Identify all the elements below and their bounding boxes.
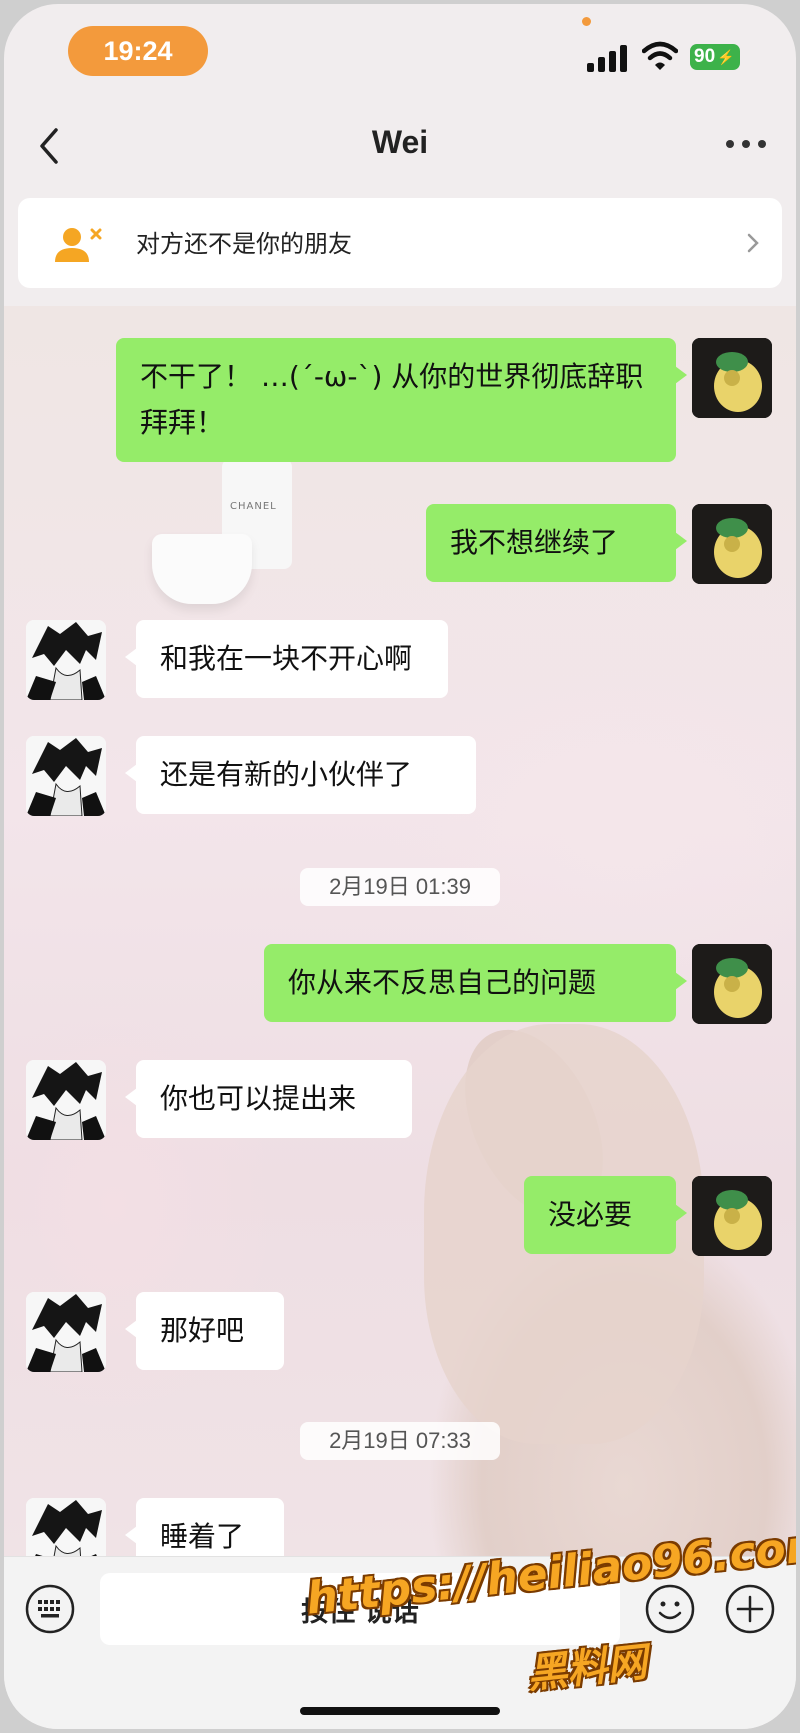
incoming-message-bubble[interactable]: 那好吧: [125, 1292, 284, 1370]
battery-indicator: 90 ⚡: [690, 44, 740, 70]
outgoing-message-bubble[interactable]: 你从来不反思自己的问题: [264, 944, 687, 1022]
incoming-message-bubble[interactable]: 还是有新的小伙伴了: [125, 736, 476, 814]
emoji-icon[interactable]: [644, 1583, 696, 1635]
keyboard-toggle-icon[interactable]: [24, 1583, 76, 1635]
more-options-icon[interactable]: [726, 140, 766, 150]
contact-avatar[interactable]: [26, 736, 106, 816]
wallpaper-cup: [152, 534, 252, 604]
incoming-message-bubble[interactable]: 你也可以提出来: [125, 1060, 412, 1138]
wifi-icon: [642, 41, 678, 70]
not-friend-banner[interactable]: 对方还不是你的朋友: [18, 198, 782, 288]
cellular-signal-icon: [587, 44, 629, 72]
privacy-indicator-dot: [582, 17, 591, 26]
phone-screen: CHANEL 19:24 90 ⚡ Wei 对方还不是你的朋友 不干了！ …(´-…: [4, 4, 796, 1729]
my-avatar[interactable]: [692, 504, 772, 584]
banner-text: 对方还不是你的朋友: [136, 230, 352, 258]
message-timestamp: 2月19日 01:39: [300, 868, 500, 906]
charging-bolt-icon: ⚡: [717, 48, 735, 65]
add-friend-person-icon: [55, 228, 102, 262]
outgoing-message-bubble[interactable]: 不干了！ …(´-ω-`) 从你的世界彻底辞职 拜拜！: [116, 338, 687, 462]
incoming-message-bubble[interactable]: 和我在一块不开心啊: [125, 620, 448, 698]
chevron-right-icon: [747, 233, 759, 253]
home-indicator: [300, 1707, 500, 1715]
contact-avatar[interactable]: [26, 1292, 106, 1372]
outgoing-message-bubble[interactable]: 没必要: [524, 1176, 687, 1254]
message-timestamp: 2月19日 07:33: [300, 1422, 500, 1460]
contact-avatar[interactable]: [26, 1060, 106, 1140]
plus-icon[interactable]: [724, 1583, 776, 1635]
status-time: 19:24: [68, 26, 208, 76]
my-avatar[interactable]: [692, 1176, 772, 1256]
my-avatar[interactable]: [692, 944, 772, 1024]
chat-title: Wei: [371, 124, 429, 160]
contact-avatar[interactable]: [26, 620, 106, 700]
my-avatar[interactable]: [692, 338, 772, 418]
outgoing-message-bubble[interactable]: 我不想继续了: [426, 504, 687, 582]
